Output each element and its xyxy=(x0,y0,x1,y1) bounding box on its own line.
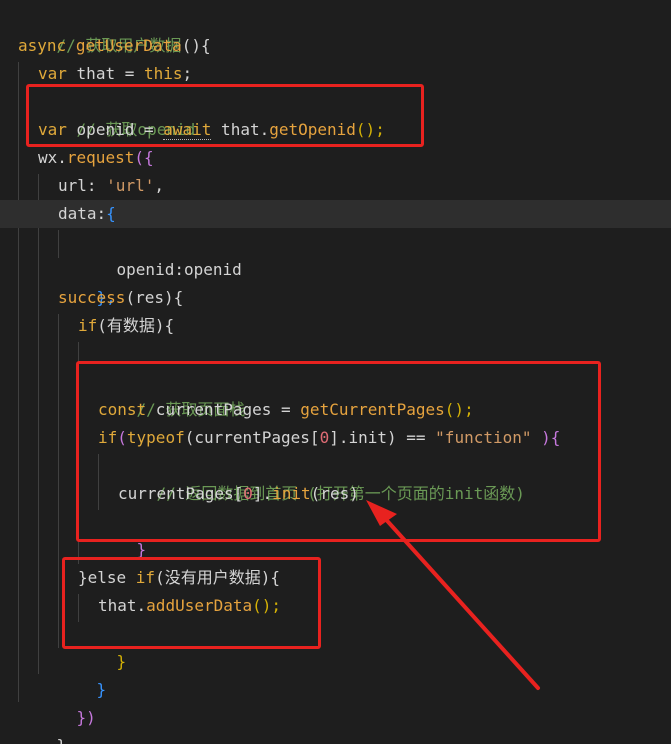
annotation-arrow-icon xyxy=(366,500,540,690)
code-editor[interactable]: // 获取用户数据 async getUserData(){ var that … xyxy=(0,0,671,744)
